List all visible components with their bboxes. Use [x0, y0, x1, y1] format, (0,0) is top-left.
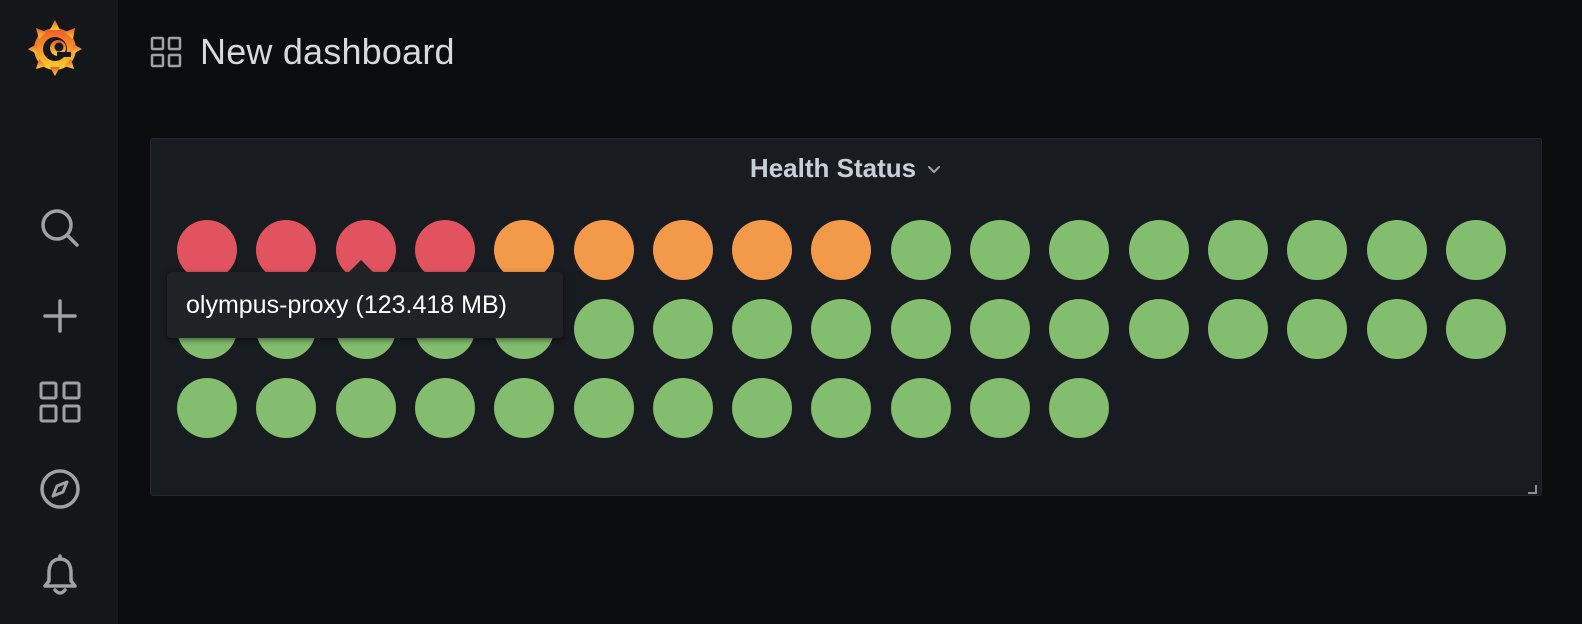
status-dot-green[interactable] [1129, 220, 1189, 280]
status-dot-orange[interactable] [574, 220, 634, 280]
chevron-down-icon[interactable] [926, 164, 942, 176]
status-dot-green[interactable] [732, 378, 792, 438]
grafana-logo-icon[interactable] [24, 16, 86, 78]
plus-icon[interactable] [36, 292, 84, 340]
status-dot-orange[interactable] [811, 220, 871, 280]
status-dot-green[interactable] [1208, 299, 1268, 359]
status-dot-green[interactable] [1446, 299, 1506, 359]
status-dot-red[interactable] [177, 220, 237, 280]
status-dot-green[interactable] [891, 299, 951, 359]
status-dot-green[interactable] [1287, 220, 1347, 280]
status-dot-green[interactable] [1367, 299, 1427, 359]
status-dot-orange[interactable] [653, 220, 713, 280]
status-dot-green[interactable] [336, 378, 396, 438]
panel-title[interactable]: Health Status [750, 153, 916, 184]
status-dot-orange[interactable] [494, 220, 554, 280]
status-dot-green[interactable] [1208, 220, 1268, 280]
status-dot-green[interactable] [970, 220, 1030, 280]
tooltip-text: olympus-proxy (123.418 MB) [186, 290, 507, 319]
status-dot-green[interactable] [811, 378, 871, 438]
status-dot-orange[interactable] [732, 220, 792, 280]
status-dot-red[interactable] [415, 220, 475, 280]
status-dot-green[interactable] [1049, 299, 1109, 359]
status-dot-green[interactable] [574, 378, 634, 438]
tooltip: olympus-proxy (123.418 MB) [167, 260, 563, 338]
status-dot-green[interactable] [256, 378, 316, 438]
status-dot-green[interactable] [1446, 220, 1506, 280]
status-dot-green[interactable] [494, 378, 554, 438]
sidebar [0, 0, 118, 624]
dashboards-grid-icon[interactable] [36, 378, 84, 426]
page-header: New dashboard [150, 28, 455, 76]
status-dot-green[interactable] [1049, 378, 1109, 438]
status-dot-green[interactable] [970, 299, 1030, 359]
search-icon[interactable] [36, 204, 84, 252]
status-dot-green[interactable] [653, 378, 713, 438]
status-dot-green[interactable] [1129, 299, 1189, 359]
status-dot-green[interactable] [574, 299, 634, 359]
status-dot-green[interactable] [891, 220, 951, 280]
resize-handle-icon[interactable] [1527, 481, 1537, 494]
compass-icon[interactable] [36, 465, 84, 513]
status-dot-green[interactable] [891, 378, 951, 438]
status-dot-green[interactable] [811, 299, 871, 359]
bell-icon[interactable] [36, 552, 84, 600]
status-dot-green[interactable] [1049, 220, 1109, 280]
status-dot-green[interactable] [1367, 220, 1427, 280]
status-dot-green[interactable] [732, 299, 792, 359]
status-dot-red[interactable] [256, 220, 316, 280]
status-dot-green[interactable] [1287, 299, 1347, 359]
dashboards-grid-icon [150, 36, 182, 68]
status-dot-green[interactable] [970, 378, 1030, 438]
page-title[interactable]: New dashboard [200, 31, 455, 73]
status-dot-green[interactable] [653, 299, 713, 359]
panel-header[interactable]: Health Status [151, 151, 1541, 185]
status-dot-green[interactable] [415, 378, 475, 438]
status-dot-green[interactable] [177, 378, 237, 438]
